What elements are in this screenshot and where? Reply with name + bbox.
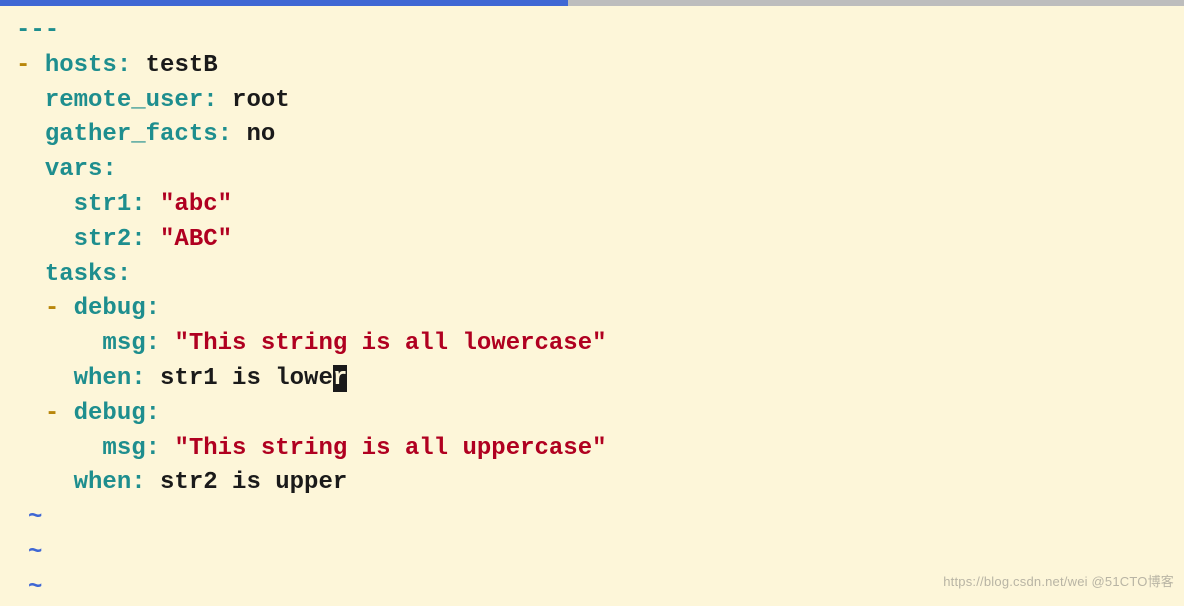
str1-value: "abc" (160, 191, 232, 218)
str2-value: "ABC" (160, 226, 232, 253)
msg1-key: msg: (102, 330, 160, 357)
remote-user-value: root (232, 87, 290, 114)
list-dash: - (16, 52, 30, 79)
hosts-value: testB (146, 52, 218, 79)
task-dash-1: - (45, 295, 59, 322)
when2-key: when: (74, 469, 146, 496)
doc-start: --- (16, 17, 59, 44)
str1-key: str1: (74, 191, 146, 218)
gather-facts-key: gather_facts: (45, 121, 232, 148)
empty-line-tilde: ~ (28, 501, 1180, 536)
watermark-text: https://blog.csdn.net/wei @51CTO博客 (943, 573, 1174, 592)
tasks-key: tasks: (45, 261, 131, 288)
msg2-key: msg: (102, 435, 160, 462)
when2-value: str2 is upper (160, 469, 347, 496)
code-editor: --- - hosts: testB remote_user: root gat… (4, 8, 1180, 606)
remote-user-key: remote_user: (45, 87, 218, 114)
vars-key: vars: (45, 156, 117, 183)
scrollbar-top (0, 0, 1184, 6)
msg2-value: "This string is all uppercase" (174, 435, 606, 462)
when1-value: str1 is lowe (160, 365, 333, 392)
task-dash-2: - (45, 400, 59, 427)
when1-key: when: (74, 365, 146, 392)
hosts-key: hosts: (45, 52, 131, 79)
msg1-value: "This string is all lowercase" (174, 330, 606, 357)
empty-line-tilde: ~ (28, 536, 1180, 571)
debug1-key: debug: (74, 295, 160, 322)
str2-key: str2: (74, 226, 146, 253)
debug2-key: debug: (74, 400, 160, 427)
scrollbar-progress (0, 0, 568, 6)
text-cursor: r (333, 365, 347, 392)
gather-facts-value: no (246, 121, 275, 148)
